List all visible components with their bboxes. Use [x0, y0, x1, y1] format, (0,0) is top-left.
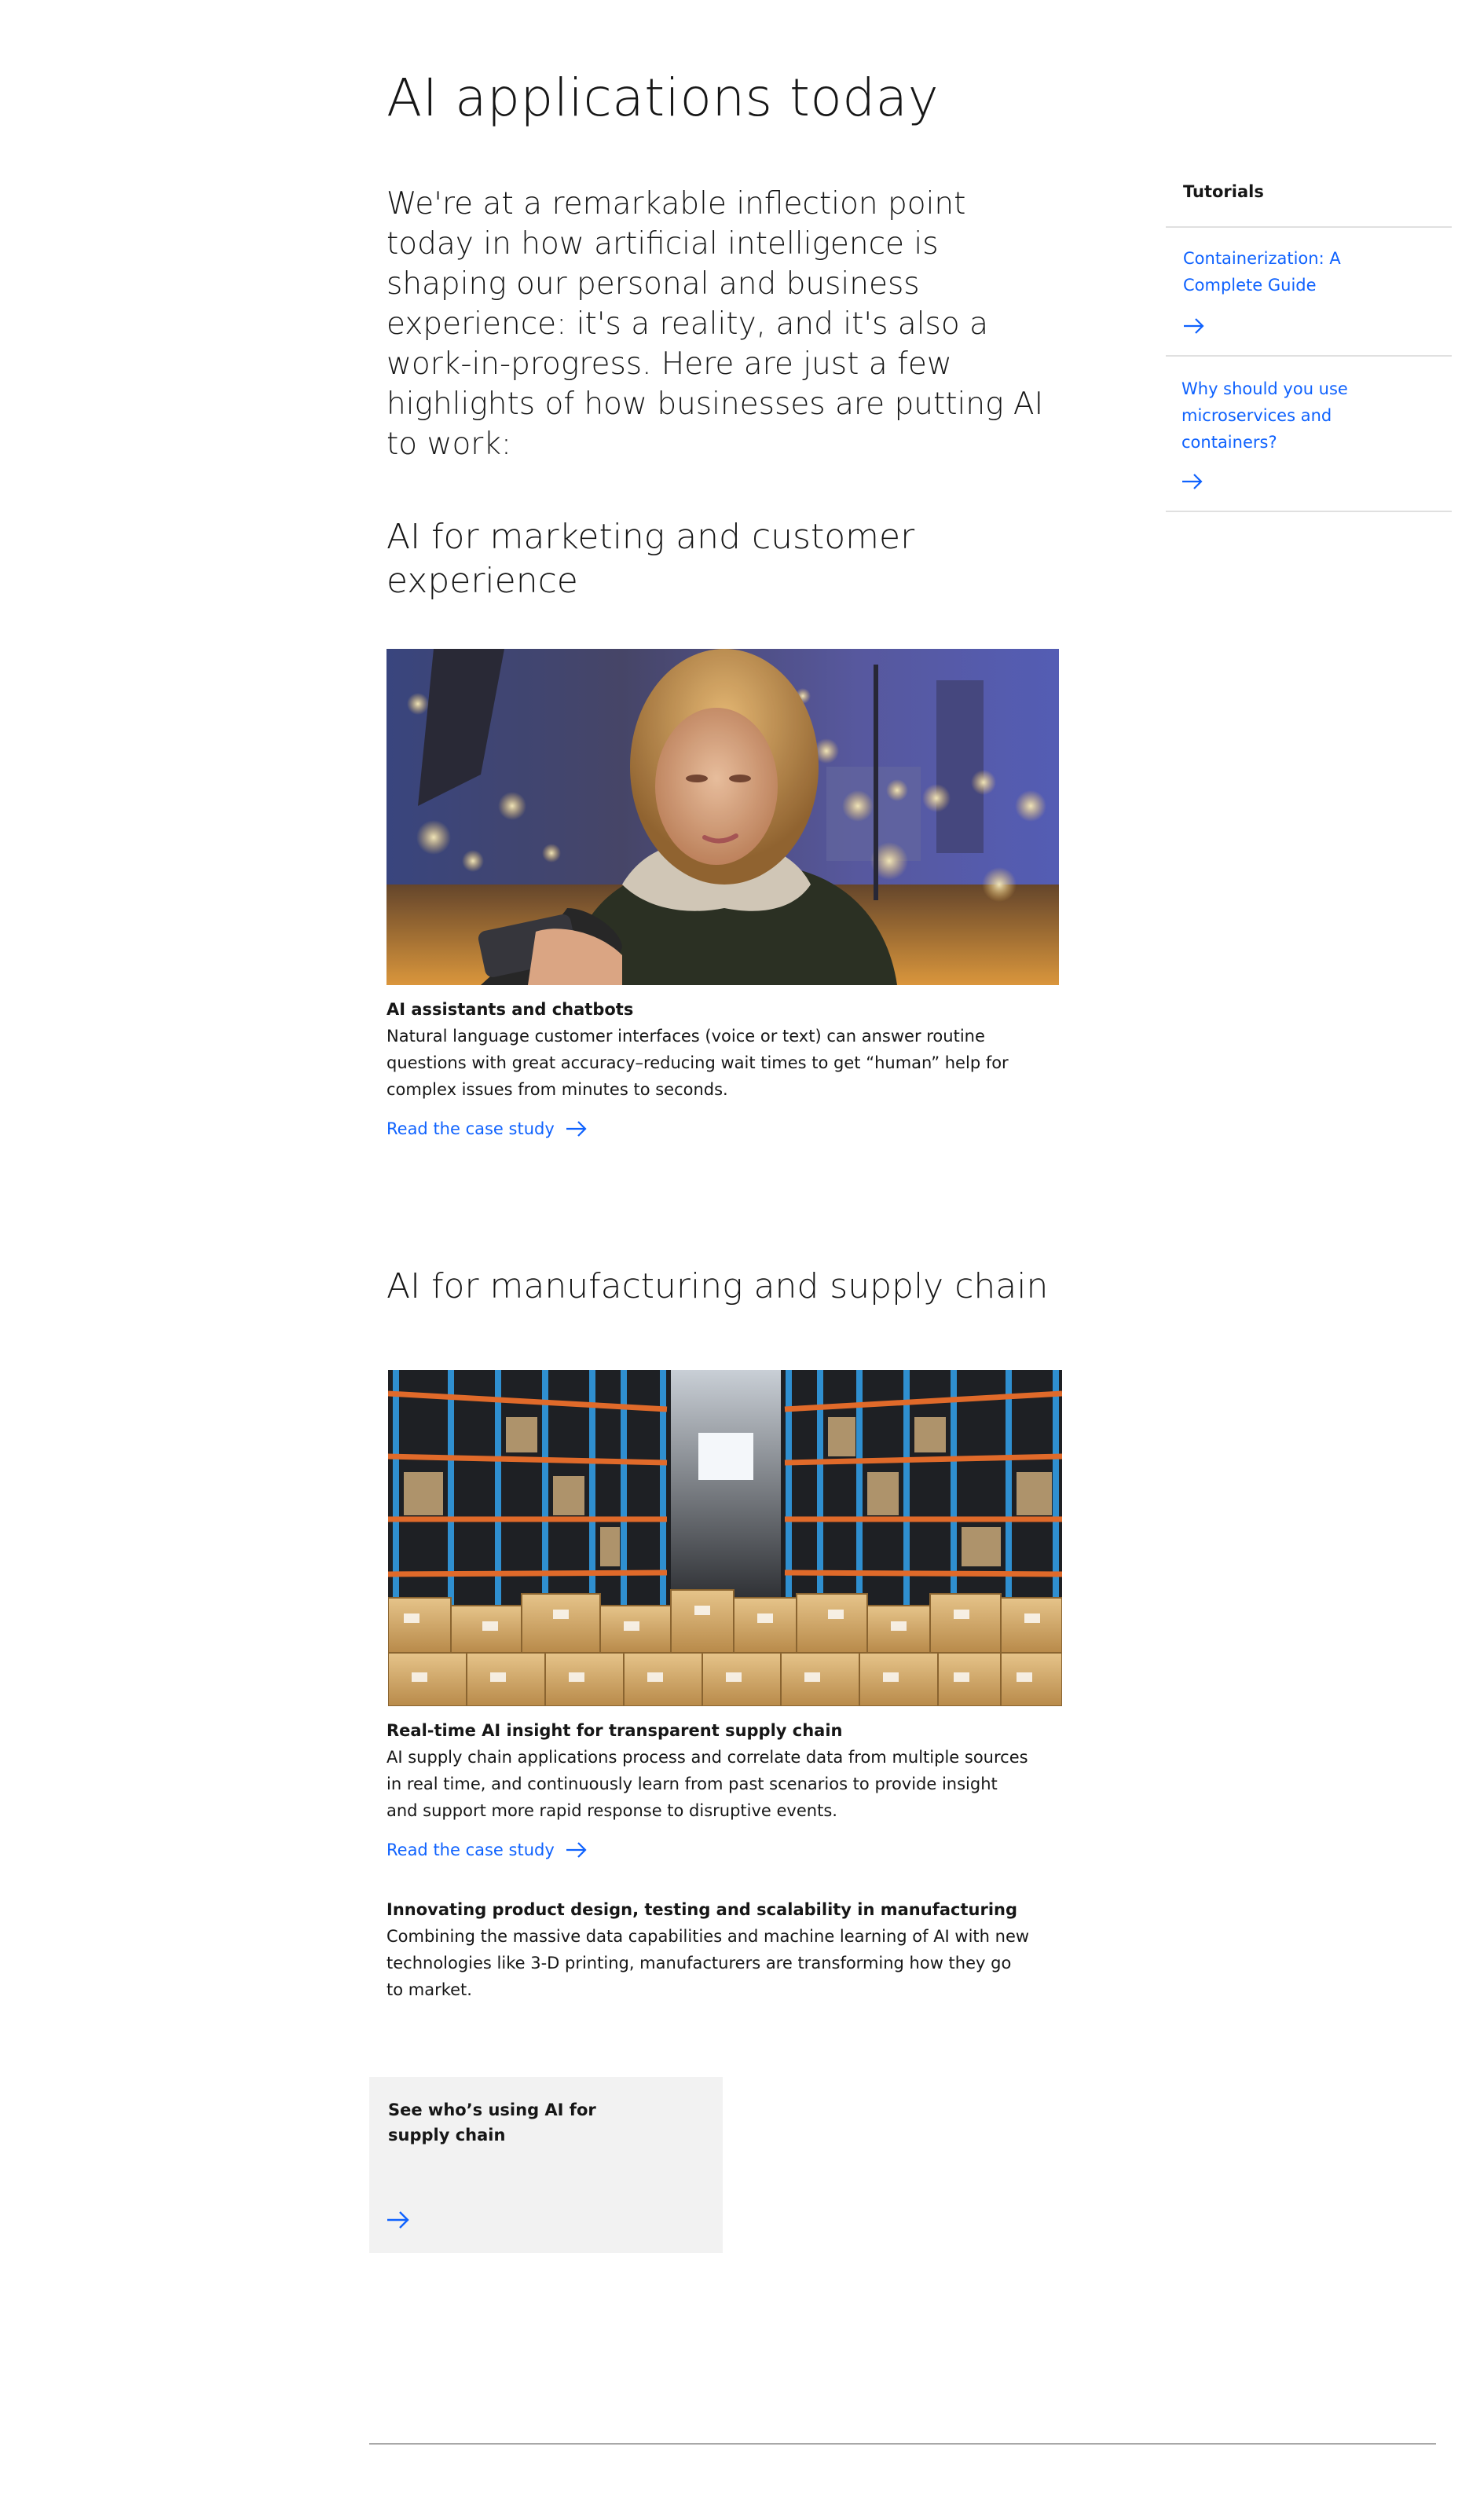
sidebar-link-containerization[interactable]: Containerization: A Complete Guide [1183, 245, 1419, 299]
link-label: Read the case study [386, 1119, 555, 1138]
arrow-right-icon [566, 1121, 587, 1137]
sidebar-divider [1166, 355, 1452, 357]
warehouse-image [388, 1370, 1062, 1706]
item-body-chatbots: Natural language customer interfaces (vo… [386, 1027, 1009, 1099]
read-case-study-link-marketing[interactable]: Read the case study [386, 1115, 588, 1142]
item-title-supply-chain: Real-time AI insight for transparent sup… [386, 1721, 843, 1740]
woman-phone-image [386, 649, 1059, 985]
sidebar-divider [1166, 226, 1452, 228]
lead-paragraph: We're at a remarkable inflection point t… [386, 186, 1044, 462]
item-body-supply-chain: AI supply chain applications process and… [386, 1748, 1028, 1820]
tile-title: See who’s using AI for supply chain [388, 2101, 596, 2145]
read-case-study-link-manufacturing[interactable]: Read the case study [386, 1837, 588, 1863]
warehouse-photo [388, 1370, 1062, 1706]
sidebar-link-microservices[interactable]: Why should you use microservices and con… [1181, 375, 1417, 456]
arrow-right-icon [566, 1842, 587, 1858]
item-body-product-design: Combining the massive data capabilities … [386, 1927, 1030, 1999]
arrow-right-icon[interactable] [1183, 317, 1205, 335]
sidebar-divider [1166, 511, 1452, 512]
sidebar-heading: Tutorials [1183, 182, 1264, 201]
section-title-marketing: AI for marketing and customer experience [386, 517, 915, 601]
section-title-manufacturing: AI for manufacturing and supply chain [386, 1266, 1049, 1306]
arrow-right-icon[interactable] [1181, 473, 1203, 490]
link-label: Read the case study [386, 1841, 555, 1859]
footer-divider [369, 2443, 1436, 2445]
supply-chain-tile[interactable]: See who’s using AI for supply chain [369, 2077, 723, 2253]
item-title-chatbots: AI assistants and chatbots [386, 1000, 634, 1019]
marketing-photo [386, 649, 1059, 985]
item-title-product-design: Innovating product design, testing and s… [386, 1900, 1017, 1919]
arrow-right-icon [387, 2211, 409, 2229]
page-title: AI applications today [386, 68, 940, 128]
